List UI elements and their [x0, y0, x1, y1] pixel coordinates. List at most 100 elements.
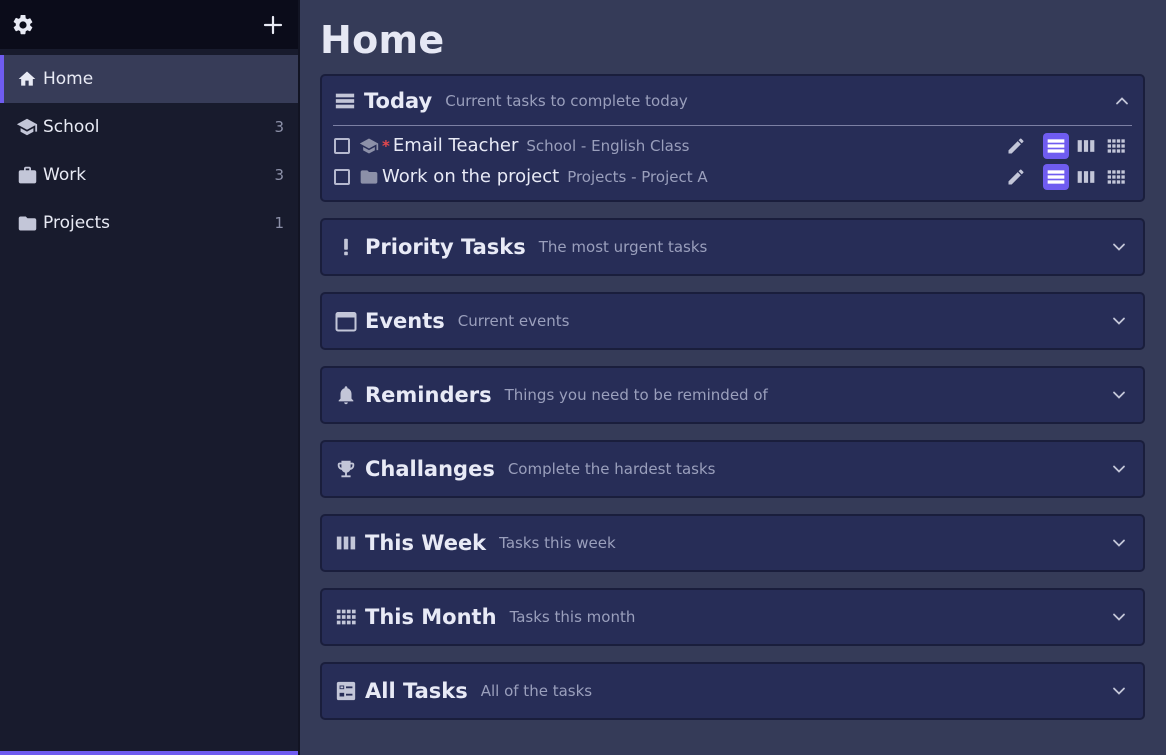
trophy-icon — [334, 457, 358, 481]
chevron-down-icon[interactable] — [1109, 311, 1129, 331]
sidebar-item-projects[interactable]: Projects 1 — [0, 199, 298, 247]
sidebar-item-school[interactable]: School 3 — [0, 103, 298, 151]
panel-subtitle: All of the tasks — [480, 682, 593, 700]
briefcase-icon — [16, 164, 38, 186]
chevron-down-icon[interactable] — [1109, 385, 1129, 405]
sidebar-item-count: 3 — [274, 166, 284, 184]
month-grid-icon — [1107, 138, 1125, 153]
chevron-down-icon[interactable] — [1109, 607, 1129, 627]
settings-button[interactable] — [10, 12, 36, 38]
panel-subtitle: Tasks this week — [499, 534, 616, 552]
edit-button[interactable] — [1003, 164, 1029, 190]
panel-subtitle: Current tasks to complete today — [445, 91, 688, 110]
panel-title: All Tasks — [365, 679, 468, 703]
sidebar-toolbar — [0, 0, 298, 49]
main-content: Home Today Current tasks to complete tod… — [300, 0, 1166, 755]
panel-subtitle: The most urgent tasks — [538, 238, 708, 256]
panel-header[interactable]: All Tasks All of the tasks — [322, 664, 1143, 718]
panel-reminders: Reminders Things you need to be reminded… — [320, 366, 1145, 424]
week-view-button[interactable] — [1073, 164, 1099, 190]
panel-title: Priority Tasks — [365, 235, 526, 259]
panel-this-month: This Month Tasks this month — [320, 588, 1145, 646]
panel-subtitle: Tasks this month — [509, 608, 636, 626]
add-button[interactable] — [260, 12, 286, 38]
folder-icon — [16, 212, 38, 234]
panel-title: Reminders — [365, 383, 492, 407]
chevron-down-icon[interactable] — [1109, 681, 1129, 701]
chevron-down-icon[interactable] — [1109, 459, 1129, 479]
panel-title: Challanges — [365, 457, 495, 481]
chevron-down-icon[interactable] — [1109, 237, 1129, 257]
pencil-icon — [1008, 168, 1024, 184]
task-meta: Projects - Project A — [567, 167, 708, 186]
task-row: * Email Teacher School - English Class — [322, 130, 1143, 161]
panel-all-tasks: All Tasks All of the tasks — [320, 662, 1145, 720]
panel-header[interactable]: Reminders Things you need to be reminded… — [322, 368, 1143, 422]
task-checkbox[interactable] — [334, 137, 350, 154]
panel-header[interactable]: This Month Tasks this month — [322, 590, 1143, 644]
task-actions — [999, 132, 1129, 159]
sidebar-item-label: Work — [43, 165, 87, 185]
task-name[interactable]: Email Teacher — [393, 135, 518, 156]
panel-title: Events — [365, 309, 445, 333]
panel-subtitle: Current events — [457, 312, 570, 330]
sidebar-item-label: Home — [43, 69, 94, 89]
sidebar-list: Home School 3 Work 3 Projects 1 — [0, 55, 298, 247]
day-view-button[interactable] — [1043, 132, 1069, 159]
exclamation-icon — [334, 235, 358, 259]
panel-header[interactable]: Challanges Complete the hardest tasks — [322, 442, 1143, 496]
sidebar: Home School 3 Work 3 Projects 1 — [0, 0, 298, 755]
task-row: Work on the project Projects - Project A — [322, 161, 1143, 192]
panel-this-week: This Week Tasks this week — [320, 514, 1145, 572]
edit-button[interactable] — [1003, 133, 1029, 159]
pencil-icon — [1008, 137, 1024, 153]
graduation-cap-icon — [359, 136, 379, 156]
calendar-icon — [334, 309, 358, 333]
list-view-icon — [1047, 138, 1065, 153]
task-actions — [999, 163, 1129, 190]
folder-icon — [359, 167, 379, 187]
week-columns-icon — [1077, 139, 1095, 152]
all-tasks-icon — [334, 679, 358, 703]
task-checkbox[interactable] — [334, 168, 350, 185]
month-view-button[interactable] — [1103, 164, 1129, 190]
day-view-button[interactable] — [1043, 163, 1069, 190]
priority-star-icon: * — [382, 136, 390, 155]
week-view-button[interactable] — [1073, 133, 1099, 159]
month-grid-icon — [1107, 169, 1125, 184]
panel-challanges: Challanges Complete the hardest tasks — [320, 440, 1145, 498]
panel-header[interactable]: Events Current events — [322, 294, 1143, 348]
panel-header[interactable]: Priority Tasks The most urgent tasks — [322, 220, 1143, 274]
chevron-down-icon[interactable] — [1109, 533, 1129, 553]
sidebar-item-home[interactable]: Home — [0, 55, 298, 103]
list-view-icon — [333, 89, 357, 113]
sidebar-item-work[interactable]: Work 3 — [0, 151, 298, 199]
home-icon — [16, 68, 38, 90]
sidebar-item-label: School — [43, 117, 100, 137]
sidebar-item-count: 3 — [274, 118, 284, 136]
panel-events: Events Current events — [320, 292, 1145, 350]
panel-subtitle: Things you need to be reminded of — [504, 386, 768, 404]
month-view-button[interactable] — [1103, 133, 1129, 159]
gear-icon — [13, 14, 33, 34]
plus-icon — [263, 15, 283, 34]
sidebar-accent-bar — [0, 751, 298, 755]
list-view-icon — [1047, 169, 1065, 184]
chevron-up-icon[interactable] — [1112, 91, 1132, 111]
task-name[interactable]: Work on the project — [382, 166, 559, 187]
page-title: Home — [320, 18, 445, 62]
month-grid-icon — [334, 605, 358, 629]
graduation-cap-icon — [16, 116, 38, 138]
bell-icon — [334, 383, 358, 407]
panel-title: Today — [364, 88, 433, 113]
panel-today: Today Current tasks to complete today * … — [320, 74, 1145, 202]
week-columns-icon — [1077, 170, 1095, 183]
sidebar-item-count: 1 — [274, 214, 284, 232]
panel-title: This Month — [365, 605, 497, 629]
sidebar-item-label: Projects — [43, 213, 111, 233]
panel-header[interactable]: This Week Tasks this week — [322, 516, 1143, 570]
panel-subtitle: Complete the hardest tasks — [507, 460, 716, 478]
panel-header[interactable]: Today Current tasks to complete today — [333, 76, 1132, 126]
panel-priority-tasks: Priority Tasks The most urgent tasks — [320, 218, 1145, 276]
week-columns-icon — [334, 531, 358, 555]
